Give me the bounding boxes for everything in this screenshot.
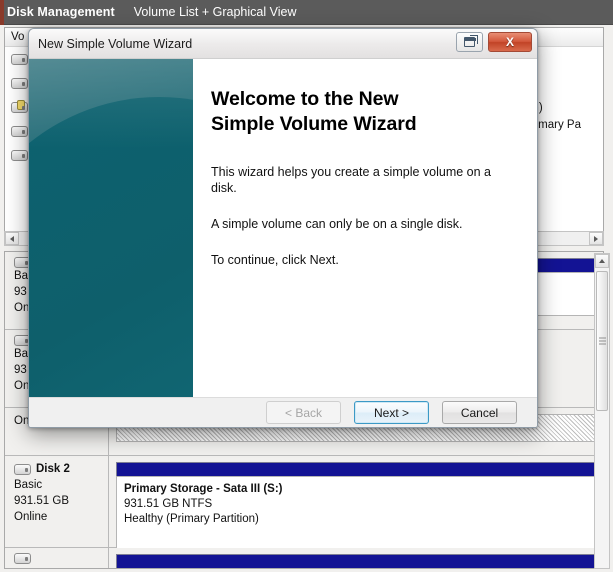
- wizard-content: Welcome to the New Simple Volume Wizard …: [193, 59, 537, 397]
- dialog-button-bar: < Back Next > Cancel: [29, 397, 537, 427]
- disk-size: 931.51 GB: [14, 495, 69, 507]
- next-button[interactable]: Next >: [354, 401, 429, 424]
- disk-name: Disk 2: [36, 463, 70, 475]
- dialog-window-controls: X: [456, 32, 532, 52]
- wizard-paragraph-3: To continue, click Next.: [211, 253, 339, 267]
- drive-locked-icon: [11, 99, 28, 113]
- table-row[interactable]: [5, 548, 603, 568]
- drive-icon: [11, 125, 28, 137]
- back-button[interactable]: < Back: [266, 401, 341, 424]
- dialog-body: Welcome to the New Simple Volume Wizard …: [29, 59, 537, 397]
- wizard-heading: Welcome to the New Simple Volume Wizard: [211, 88, 417, 135]
- drive-icon: [11, 53, 28, 65]
- disk-status: Online: [14, 511, 48, 523]
- graphical-pane-vertical-scrollbar[interactable]: [594, 253, 610, 569]
- cancel-button[interactable]: Cancel: [442, 401, 517, 424]
- scroll-up-arrow-icon[interactable]: [595, 254, 609, 268]
- wizard-paragraph-2: A simple volume can only be on a single …: [211, 217, 463, 231]
- page-title: Disk Management: [7, 5, 115, 19]
- wizard-banner-graphic: [29, 59, 193, 397]
- drive-icon: [11, 149, 28, 161]
- screenshot-root: Disk Management Volume List + Graphical …: [0, 0, 613, 572]
- restore-button[interactable]: [456, 32, 483, 52]
- wizard-paragraph-1: This wizard helps you create a simple vo…: [211, 165, 491, 195]
- disk-type: Basic: [14, 479, 43, 491]
- partition-size: 931.51 GB NTFS: [124, 498, 213, 510]
- partition-health: Healthy (Primary Partition): [124, 513, 259, 525]
- partition-header-bar: [116, 462, 596, 476]
- restore-icon: [464, 35, 478, 47]
- table-row[interactable]: Disk 2 Basic 931.51 GB Online Primary St…: [5, 456, 603, 550]
- disk-label: [14, 553, 108, 564]
- partition-name: Primary Storage - Sata III (S:): [124, 483, 283, 495]
- disk-info-block: [5, 548, 109, 568]
- scrollbar-grip-icon: [599, 337, 606, 345]
- new-simple-volume-wizard-dialog[interactable]: New Simple Volume Wizard X Welcome to th…: [28, 28, 538, 428]
- disk-label: Disk 2: [14, 461, 108, 477]
- disk-info-block: Disk 2 Basic 931.51 GB Online: [5, 456, 109, 547]
- scroll-left-arrow-icon[interactable]: [5, 232, 19, 245]
- drive-icon: [11, 77, 28, 89]
- disk-icon: [14, 463, 31, 475]
- disk-partitions[interactable]: Primary Storage - Sata III (S:) 931.51 G…: [109, 456, 603, 550]
- partition-body[interactable]: Primary Storage - Sata III (S:) 931.51 G…: [116, 476, 596, 550]
- mmc-view-label: Volume List + Graphical View: [133, 5, 297, 19]
- banner-sheen: [29, 59, 193, 149]
- close-icon: X: [505, 35, 514, 49]
- scrollbar-thumb[interactable]: [596, 271, 608, 411]
- mmc-header-bar: Disk Management Volume List + Graphical …: [0, 0, 613, 25]
- close-button[interactable]: X: [488, 32, 532, 52]
- dialog-title-bar[interactable]: New Simple Volume Wizard X: [29, 29, 537, 59]
- window-edge-accent: [0, 0, 4, 25]
- disk-icon: [14, 553, 31, 564]
- disk-partitions[interactable]: [109, 548, 603, 568]
- partition-header-bar: [116, 554, 596, 568]
- dialog-title: New Simple Volume Wizard: [38, 36, 193, 51]
- scroll-right-arrow-icon[interactable]: [589, 232, 603, 245]
